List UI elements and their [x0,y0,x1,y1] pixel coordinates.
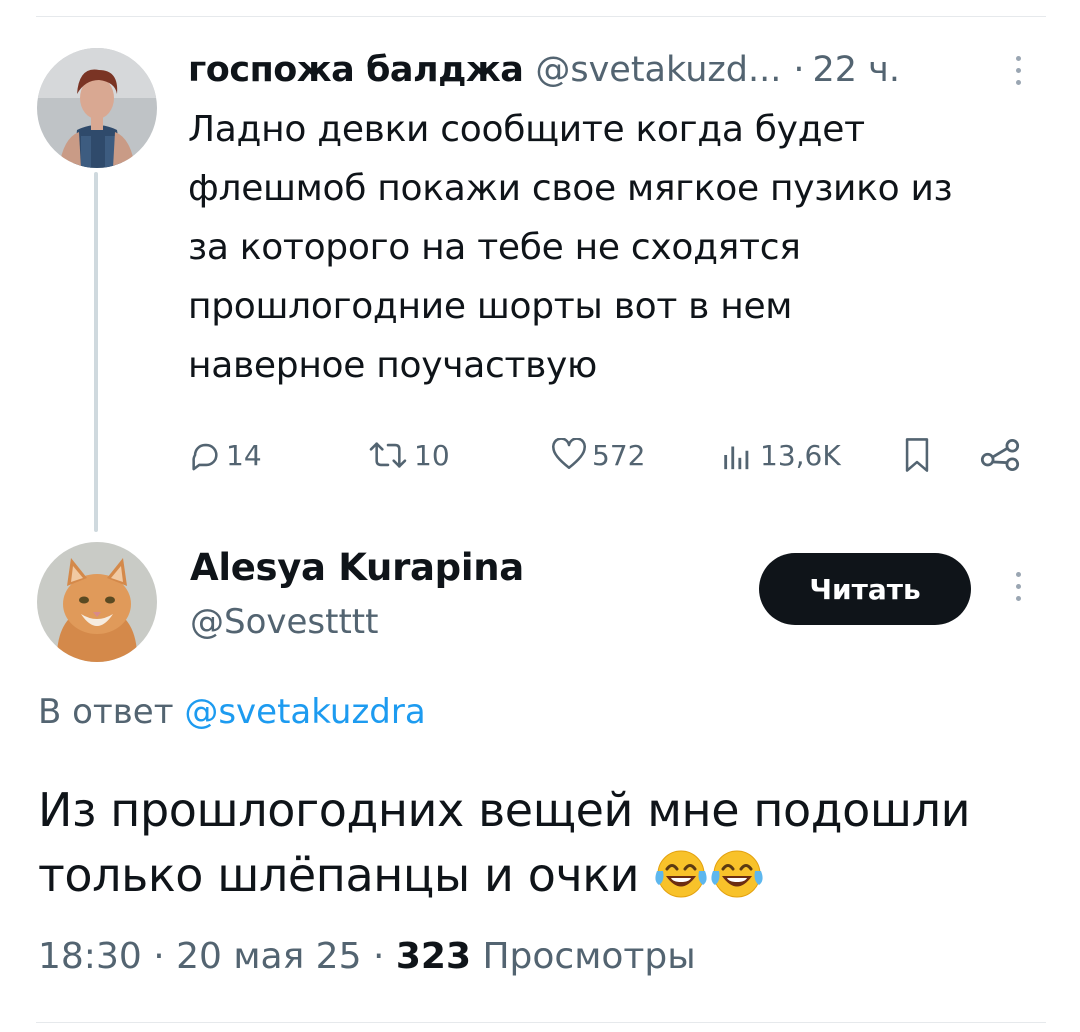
heart-icon [550,438,588,472]
avatar-tweet2-author[interactable] [37,542,157,662]
face-with-tears-of-joy-icon [653,847,709,916]
tweet2-date[interactable]: 20 мая 25 [176,936,361,977]
share-icon [980,438,1020,472]
tweet2-author-handle[interactable]: @Sovestttt [190,602,378,642]
reply-context: В ответ @svetakuzdra [38,692,426,732]
reply-count: 14 [226,438,262,472]
retweet-count: 10 [414,438,450,472]
tweet1-separator: · [793,50,805,90]
meta-separator: · [153,936,165,977]
bookmark-icon [900,436,934,474]
views-count: 13,6K [760,438,841,472]
retweet-icon [366,438,410,472]
like-button[interactable]: 572 [550,425,645,485]
like-count: 572 [592,438,646,472]
tweet2-time[interactable]: 18:30 [38,936,142,977]
bottom-divider [36,1022,1046,1023]
tweet2-text-block: Из прошлогодних вещей мне подошли только… [38,778,1038,916]
tweet2-author-name[interactable]: Alesya Kurapina [190,546,524,589]
reply-icon [188,438,222,472]
tweet1-author-handle[interactable]: @svetakuzd... [535,50,781,90]
reply-to-handle-link[interactable]: @svetakuzdra [184,692,425,732]
tweet1-header: госпожа балджа @svetakuzd... · 22 ч. [188,40,1048,100]
tweet-original[interactable]: госпожа балджа @svetakuzd... · 22 ч. Лад… [188,40,1048,395]
thread-connector-line [94,172,98,532]
tweet1-text: Ладно девки сообщите когда будет флешмоб… [188,109,953,386]
views-button[interactable]: 13,6K [718,425,841,485]
share-button[interactable] [980,425,1020,485]
reply-button[interactable]: 14 [188,425,262,485]
face-with-tears-of-joy-icon [709,847,765,916]
follow-button[interactable]: Читать [759,553,971,625]
tweet1-more-icon[interactable] [1013,56,1023,85]
tweet1-time[interactable]: 22 ч. [812,50,899,90]
meta-separator: · [372,936,385,977]
tweet2-more-icon[interactable] [1013,572,1023,601]
tweet2-text: Из прошлогодних вещей мне подошли только… [38,783,971,902]
retweet-button[interactable]: 10 [366,425,450,485]
tweet2-views-label: Просмотры [482,936,696,977]
top-divider [36,16,1046,17]
reply-prefix: В ответ [38,692,174,732]
tweet2-views-count: 323 [395,936,472,977]
tweet2-meta: 18:30 · 20 мая 25 · 323 Просмотры [38,936,696,977]
analytics-icon [718,438,756,472]
bookmark-button[interactable] [900,425,934,485]
tweet1-author-name[interactable]: госпожа балджа [188,50,524,90]
tweet1-action-bar: 14 10 572 13,6K [188,425,1038,485]
avatar-tweet1-author[interactable] [37,48,157,168]
